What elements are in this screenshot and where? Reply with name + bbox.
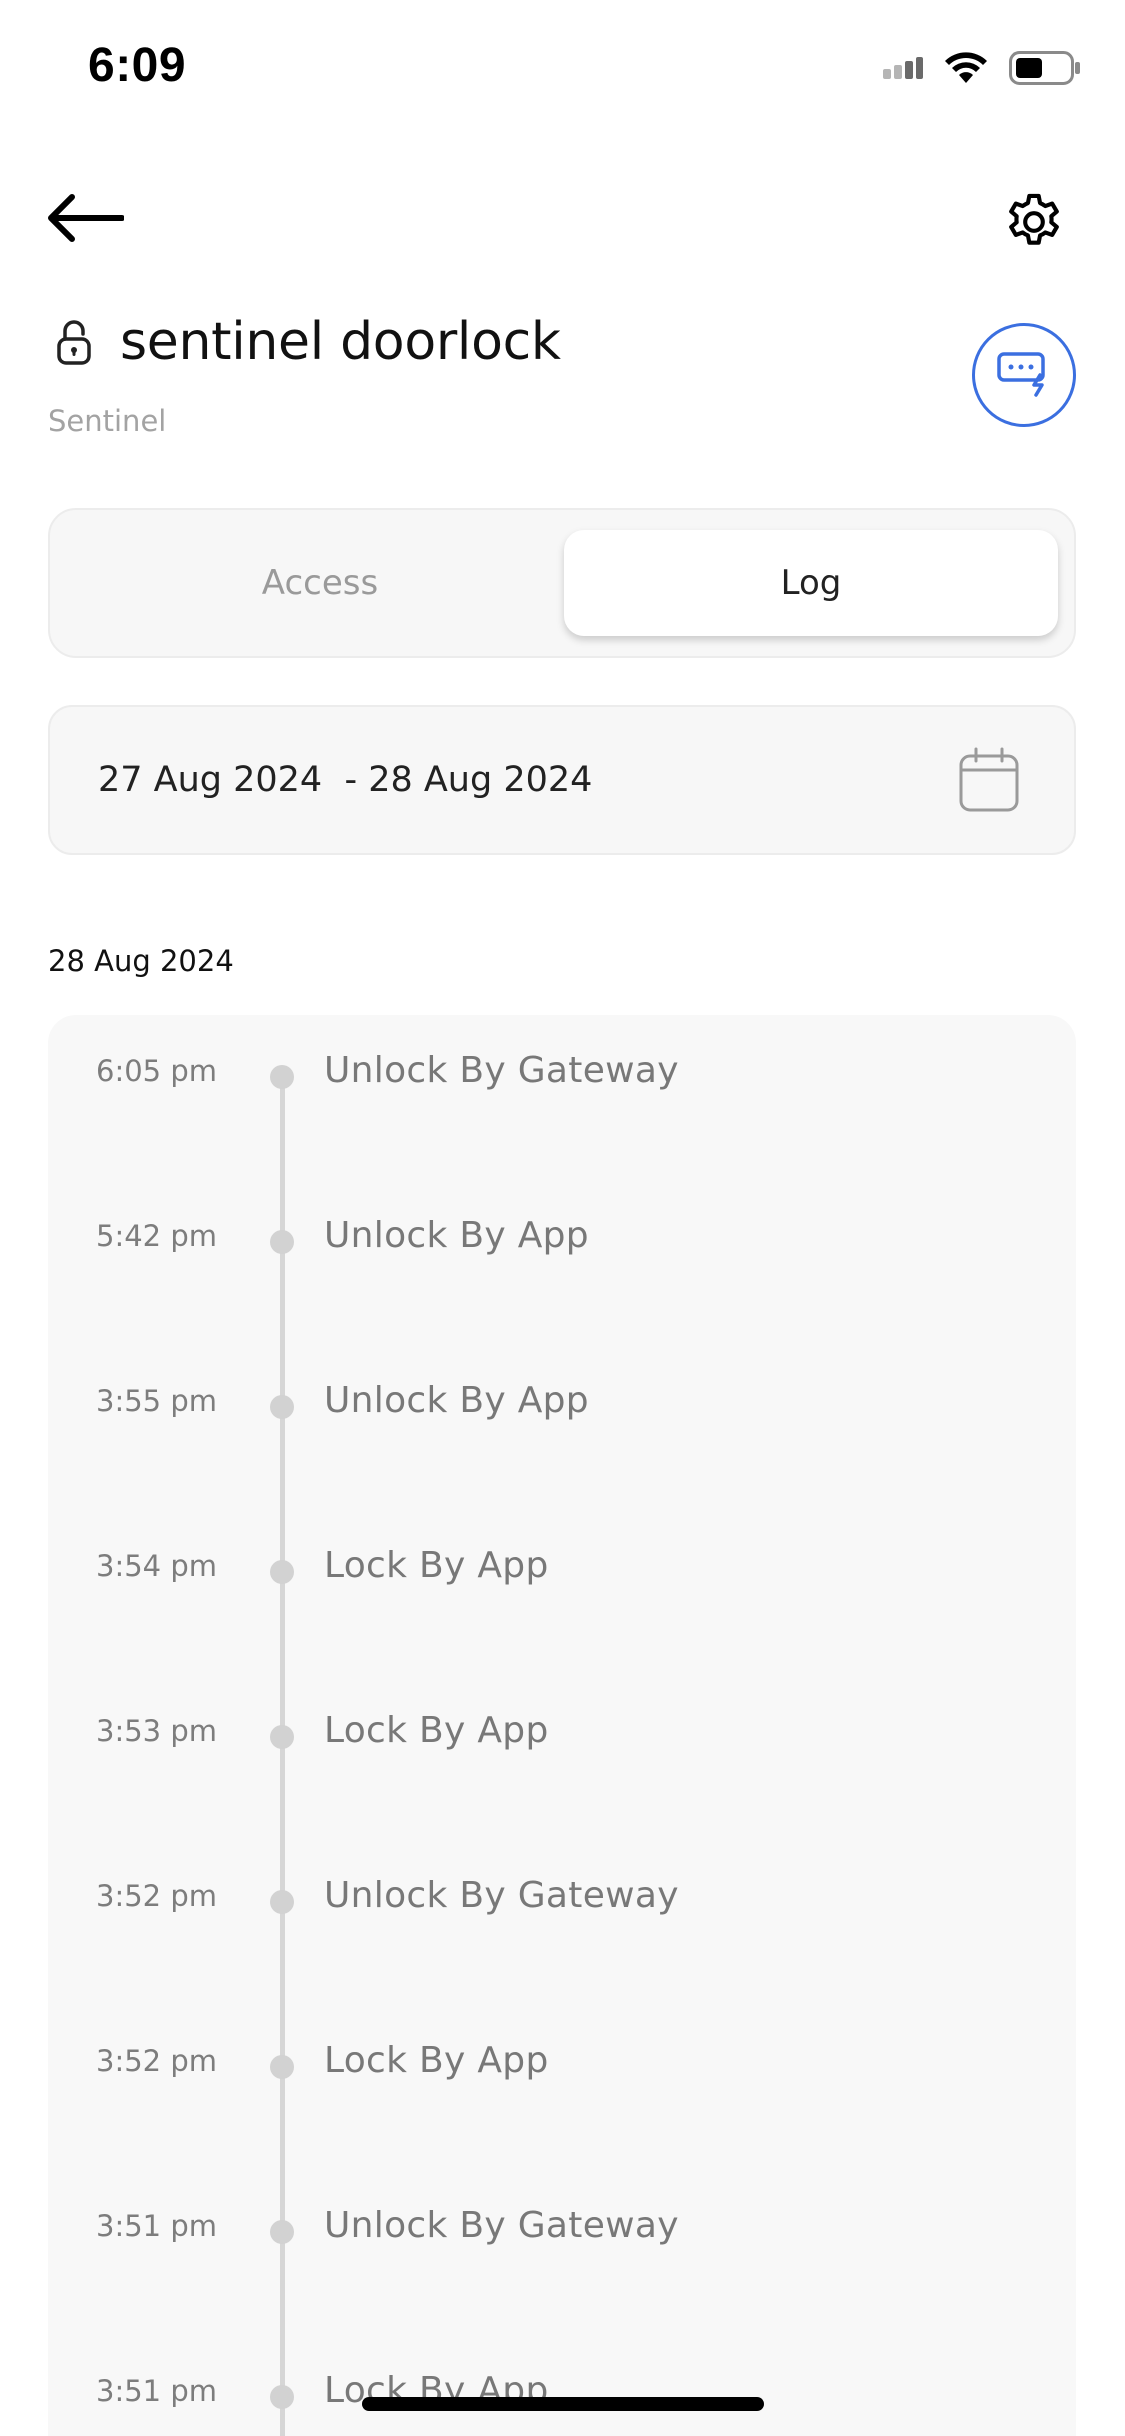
timeline-dot xyxy=(270,1395,294,1419)
calendar-icon[interactable] xyxy=(958,747,1020,813)
log-entry[interactable]: 3:51 pm Unlock By Gateway xyxy=(48,2205,1076,2266)
battery-icon xyxy=(1009,51,1081,89)
status-icons xyxy=(883,48,1081,92)
log-entry-event: Lock By App xyxy=(324,1545,549,1586)
log-entry-time: 3:51 pm xyxy=(96,2374,217,2408)
log-entry[interactable]: 3:52 pm Lock By App xyxy=(48,2040,1076,2101)
arrow-left-icon xyxy=(46,193,125,247)
status-time: 6:09 xyxy=(88,39,187,92)
log-entry-event: Unlock By Gateway xyxy=(324,2205,679,2246)
device-name: sentinel doorlock xyxy=(120,312,561,372)
timeline-dot xyxy=(270,1725,294,1749)
log-entry[interactable]: 3:54 pm Lock By App xyxy=(48,1545,1076,1606)
log-entry-time: 3:52 pm xyxy=(96,1879,217,1913)
log-entry-time: 3:52 pm xyxy=(96,2044,217,2078)
device-brand: Sentinel xyxy=(48,404,167,438)
log-entry[interactable]: 6:05 pm Unlock By Gateway xyxy=(48,1050,1076,1111)
tab-switcher: Access Log xyxy=(48,508,1076,658)
device-title-row: sentinel doorlock xyxy=(52,312,561,372)
timeline-dot xyxy=(270,1560,294,1584)
timeline-dot xyxy=(270,2055,294,2079)
log-entry-event: Unlock By Gateway xyxy=(324,1875,679,1916)
date-range-text: 27 Aug 2024 - 28 Aug 2024 xyxy=(98,760,593,800)
log-entry-time: 5:42 pm xyxy=(96,1219,217,1253)
log-entry-event: Unlock By App xyxy=(324,1215,589,1256)
screen: 6:09 sentinel doorlock Sentinel Access L… xyxy=(0,0,1125,2436)
log-entry-event: Unlock By App xyxy=(324,1380,589,1421)
timeline-dot xyxy=(270,1230,294,1254)
log-entry-time: 3:54 pm xyxy=(96,1549,217,1583)
log-entry-event: Lock By App xyxy=(324,2040,549,2081)
log-entry[interactable]: 3:53 pm Lock By App xyxy=(48,1710,1076,1771)
log-entry-event: Unlock By Gateway xyxy=(324,1050,679,1091)
timeline-dot xyxy=(270,1890,294,1914)
tab-log[interactable]: Log xyxy=(564,530,1058,636)
log-entry[interactable]: 3:52 pm Unlock By Gateway xyxy=(48,1875,1076,1936)
tab-access[interactable]: Access xyxy=(70,530,570,636)
keypad-action-button[interactable] xyxy=(972,323,1076,427)
log-list: 6:05 pm Unlock By Gateway 5:42 pm Unlock… xyxy=(48,1015,1076,2436)
timeline-dot xyxy=(270,2220,294,2244)
log-entry[interactable]: 3:55 pm Unlock By App xyxy=(48,1380,1076,1441)
cellular-signal-icon xyxy=(883,57,923,83)
timeline-dot xyxy=(270,2385,294,2409)
log-entry-event: Lock By App xyxy=(324,1710,549,1751)
timeline-dot xyxy=(270,1065,294,1089)
home-indicator[interactable] xyxy=(362,2397,764,2411)
log-entry-time: 6:05 pm xyxy=(96,1054,217,1088)
keypad-flash-icon xyxy=(996,349,1052,401)
back-button[interactable] xyxy=(40,180,130,260)
log-section-date: 28 Aug 2024 xyxy=(48,944,234,978)
gear-icon xyxy=(1001,189,1067,259)
settings-button[interactable] xyxy=(994,184,1074,264)
date-range-picker[interactable]: 27 Aug 2024 - 28 Aug 2024 xyxy=(48,705,1076,855)
lock-icon xyxy=(52,316,96,368)
wifi-icon xyxy=(943,51,989,89)
log-entry[interactable]: 5:42 pm Unlock By App xyxy=(48,1215,1076,1276)
log-entry-time: 3:55 pm xyxy=(96,1384,217,1418)
log-entry-time: 3:51 pm xyxy=(96,2209,217,2243)
log-entry-time: 3:53 pm xyxy=(96,1714,217,1748)
